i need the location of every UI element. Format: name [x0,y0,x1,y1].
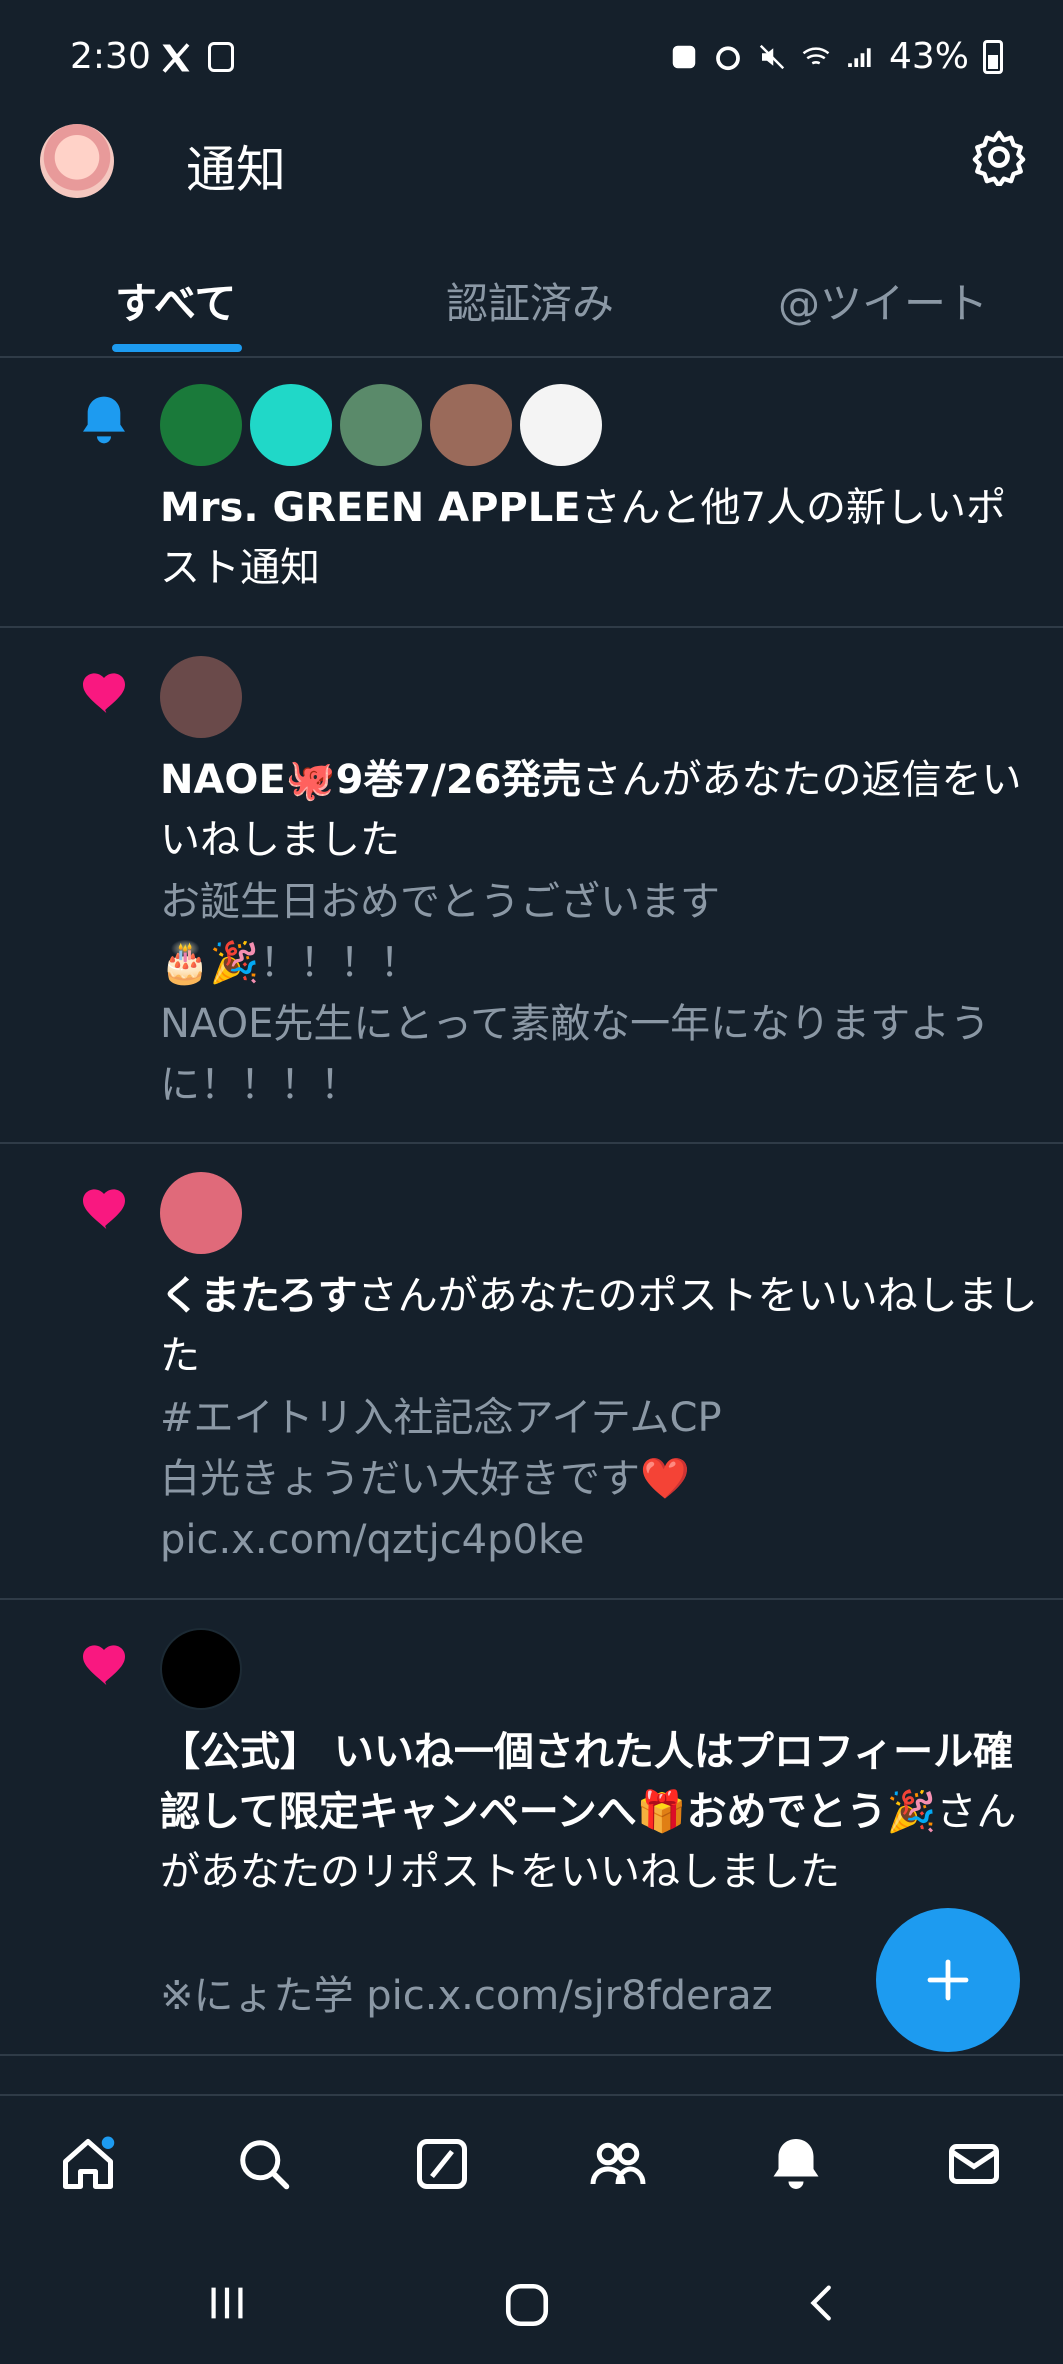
recycle-icon [672,45,696,68]
battery-percent: 43% [888,36,969,77]
mute-icon [759,44,785,69]
recent-apps-icon[interactable] [204,2280,250,2326]
notification-text: Mrs. GREEN APPLEさんと他7人の新しいポスト通知 [160,485,1006,591]
messages-icon[interactable] [944,2134,1004,2194]
alarm-icon [716,45,740,70]
plus-icon [927,1959,969,2001]
notification-author[interactable]: Mrs. GREEN APPLE [160,485,581,531]
notification-item[interactable]: NAOE🐙9巻7/26発売さんがあなたの返信をいいねしました お誕生日おめでとう… [0,628,1063,1144]
notification-preview: お誕生日おめでとうございます 🎂🎉！！！！ NAOE先生にとって素敵な一年になり… [160,879,991,1108]
avatar[interactable] [340,384,422,466]
notification-text: 【公式】 いいね一個された人はプロフィール確認して限定キャンペーンへ🎁おめでとう… [160,1729,1017,1895]
avatar[interactable] [160,1172,242,1254]
tab-verified[interactable]: 認証済み [446,270,614,331]
bottom-navigation [0,2094,1063,2246]
active-tab-indicator [112,344,242,352]
tab-bar: すべて 認証済み @ツイート [0,252,1063,358]
home-icon[interactable] [58,2134,118,2194]
signal-icon [848,47,871,67]
notification-author[interactable]: くまたろす [160,1273,358,1319]
status-time: 2:30 [70,36,151,77]
header: 通知 [0,116,1063,236]
notification-author[interactable]: NAOE🐙9巻7/26発売 [160,757,582,803]
communities-icon[interactable] [588,2134,648,2194]
notification-text: くまたろすさんがあなたのポストをいいねしました [160,1273,1038,1379]
avatar-group [160,1172,242,1254]
avatar[interactable] [520,384,602,466]
notification-preview: #エイトリ入社記念アイテムCP 白光きょうだい大好きです❤️ pic.x.com… [160,1395,722,1563]
battery-icon [983,39,1003,74]
status-bar: 2:30 43% [0,0,1063,116]
notification-item[interactable]: くまたろすさんがあなたのポストをいいねしました #エイトリ入社記念アイテムCP … [0,1144,1063,1600]
wifi-icon [802,46,830,64]
search-icon[interactable] [234,2134,294,2194]
bell-icon [83,396,125,444]
heart-icon [83,673,125,713]
grok-icon[interactable] [412,2134,472,2194]
avatar[interactable] [430,384,512,466]
avatar[interactable] [160,1628,242,1710]
compose-button[interactable] [876,1908,1020,2052]
notifications-icon[interactable] [766,2134,826,2194]
notification-author[interactable]: 【公式】 いいね一個された人はプロフィール確認して限定キャンペーンへ🎁おめでとう… [160,1729,1013,1835]
heart-icon [83,1189,125,1229]
system-navigation [0,2244,1063,2364]
tab-all[interactable]: すべて [115,270,236,331]
app-notification-icon [208,42,234,72]
avatar-group [160,384,602,466]
status-indicators: 43% [669,36,1003,77]
avatar-group [160,656,242,738]
avatar[interactable] [160,384,242,466]
gear-icon[interactable] [970,128,1028,186]
tab-mentions[interactable]: @ツイート [778,270,988,331]
profile-avatar[interactable] [40,124,114,198]
heart-icon [83,1645,125,1685]
avatar[interactable] [160,656,242,738]
avatar-group [160,1628,242,1710]
home-button-icon[interactable] [502,2280,552,2330]
avatar[interactable] [250,384,332,466]
x-logo-icon [162,43,190,73]
back-icon[interactable] [800,2280,846,2326]
page-title: 通知 [186,141,286,199]
notification-text: NAOE🐙9巻7/26発売さんがあなたの返信をいいねしました [160,757,1022,863]
notification-item[interactable]: Mrs. GREEN APPLEさんと他7人の新しいポスト通知 [0,356,1063,628]
